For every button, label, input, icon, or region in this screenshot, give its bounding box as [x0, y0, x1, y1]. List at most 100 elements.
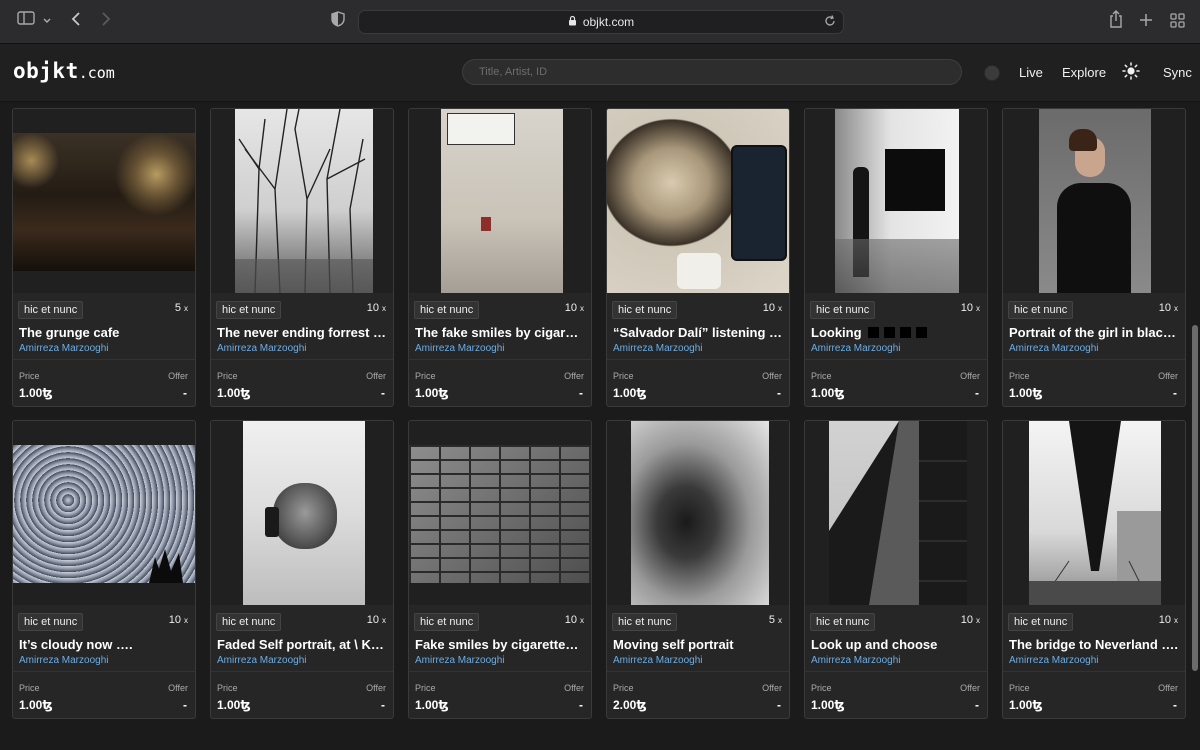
token-title[interactable]: Moving self portrait — [613, 637, 783, 652]
share-icon[interactable] — [1109, 10, 1123, 33]
artwork-thumbnail[interactable] — [13, 109, 195, 293]
edition-count: 10 x — [960, 614, 980, 626]
artwork-thumbnail[interactable] — [409, 421, 591, 605]
token-title[interactable]: Looking — [811, 325, 981, 341]
artwork-thumbnail[interactable] — [607, 109, 789, 293]
token-card[interactable]: hic et nunc 10 x It’s cloudy now …. Amirr… — [12, 420, 196, 719]
artwork-thumbnail[interactable] — [805, 421, 987, 605]
artwork-thumbnail[interactable] — [1003, 109, 1185, 293]
price-value: 1.00ꜩ — [19, 386, 53, 400]
artist-link[interactable]: Amirreza Marzooghi — [217, 343, 387, 354]
new-tab-icon[interactable] — [1139, 13, 1153, 32]
nav-live-link[interactable]: Live — [1019, 65, 1043, 80]
page-scrollbar[interactable] — [1192, 325, 1198, 671]
platform-badge: hic et nunc — [18, 301, 84, 319]
card-divider — [211, 671, 393, 672]
card-divider — [1003, 671, 1185, 672]
price-value: 1.00ꜩ — [811, 386, 845, 400]
artist-link[interactable]: Amirreza Marzooghi — [217, 655, 387, 666]
card-divider — [211, 359, 393, 360]
token-card[interactable]: hic et nunc 10 x Look up and choose Amirr… — [804, 420, 988, 719]
offer-value: - — [975, 698, 979, 712]
price-label: Price — [811, 683, 832, 693]
artwork-thumbnail[interactable] — [1003, 421, 1185, 605]
token-title[interactable]: “Salvador Dalí” listening t… — [613, 325, 783, 340]
price-label: Price — [1009, 371, 1030, 381]
tab-overview-icon[interactable] — [1170, 13, 1185, 33]
back-icon[interactable] — [70, 11, 82, 32]
artist-link[interactable]: Amirreza Marzooghi — [613, 343, 783, 354]
platform-badge: hic et nunc — [810, 613, 876, 631]
artwork-thumbnail[interactable] — [211, 421, 393, 605]
price-label: Price — [415, 371, 436, 381]
token-title[interactable]: Faded Self portrait, at \ Ka… — [217, 637, 387, 652]
shield-icon[interactable] — [331, 11, 345, 32]
platform-badge: hic et nunc — [18, 613, 84, 631]
platform-badge: hic et nunc — [216, 613, 282, 631]
token-title[interactable]: The grunge cafe — [19, 325, 189, 340]
site-logo[interactable]: objkt.com — [13, 59, 115, 83]
token-title[interactable]: Portrait of the girl in black… — [1009, 325, 1179, 340]
artwork-thumbnail[interactable] — [805, 109, 987, 293]
artist-link[interactable]: Amirreza Marzooghi — [415, 343, 585, 354]
nav-explore-link[interactable]: Explore — [1062, 65, 1106, 80]
artist-link[interactable]: Amirreza Marzooghi — [19, 343, 189, 354]
address-bar[interactable]: objkt.com — [358, 10, 844, 34]
platform-badge: hic et nunc — [612, 613, 678, 631]
offer-label: Offer — [762, 683, 782, 693]
platform-badge: hic et nunc — [1008, 613, 1074, 631]
lock-icon — [568, 15, 577, 29]
artist-link[interactable]: Amirreza Marzooghi — [415, 655, 585, 666]
browser-toolbar: objkt.com — [0, 0, 1200, 44]
token-card[interactable]: hic et nunc 5x Moving self portrait Amir… — [606, 420, 790, 719]
token-title[interactable]: Fake smiles by cigarettes … — [415, 637, 585, 652]
search-input[interactable] — [462, 59, 962, 85]
artist-link[interactable]: Amirreza Marzooghi — [811, 343, 981, 354]
token-card[interactable]: hic et nunc 10 x The fake smiles by cigar… — [408, 108, 592, 407]
artwork-thumbnail[interactable] — [13, 421, 195, 605]
sidebar-toggle-icon[interactable] — [17, 11, 35, 30]
artist-link[interactable]: Amirreza Marzooghi — [1009, 343, 1179, 354]
artwork-thumbnail[interactable] — [607, 421, 789, 605]
token-card[interactable]: hic et nunc 10 x “Salvador Dalí” listenin… — [606, 108, 790, 407]
price-value: 1.00ꜩ — [415, 698, 449, 712]
theme-toggle-sun-icon[interactable] — [1122, 62, 1140, 85]
token-title[interactable]: The bridge to Neverland …. — [1009, 637, 1179, 652]
price-value: 1.00ꜩ — [811, 698, 845, 712]
token-card[interactable]: hic et nunc 10 x Portrait of the girl in … — [1002, 108, 1186, 407]
offer-label: Offer — [168, 683, 188, 693]
token-card[interactable]: hic et nunc 10 x Faded Self portrait, at … — [210, 420, 394, 719]
card-divider — [13, 359, 195, 360]
artist-link[interactable]: Amirreza Marzooghi — [19, 655, 189, 666]
wallet-status-indicator — [984, 65, 1000, 81]
price-label: Price — [811, 371, 832, 381]
token-card[interactable]: hic et nunc 10 x Fake smiles by cigarette… — [408, 420, 592, 719]
token-card[interactable]: hic et nunc 5x The grunge cafe Amirreza … — [12, 108, 196, 407]
token-card[interactable]: hic et nunc 10 x Looking Amirreza Marzoog… — [804, 108, 988, 407]
price-label: Price — [217, 683, 238, 693]
artist-link[interactable]: Amirreza Marzooghi — [613, 655, 783, 666]
offer-value: - — [381, 698, 385, 712]
offer-label: Offer — [960, 371, 980, 381]
chevron-down-icon[interactable] — [42, 13, 52, 31]
token-card[interactable]: hic et nunc 10 x The never ending forrest… — [210, 108, 394, 407]
sync-wallet-button[interactable]: Sync — [1163, 65, 1192, 80]
card-divider — [607, 671, 789, 672]
token-title[interactable]: The fake smiles by cigaret… — [415, 325, 585, 340]
artwork-thumbnail[interactable] — [211, 109, 393, 293]
price-value: 2.00ꜩ — [613, 698, 647, 712]
platform-badge: hic et nunc — [1008, 301, 1074, 319]
offer-label: Offer — [564, 683, 584, 693]
edition-count: 10 x — [960, 302, 980, 314]
artwork-thumbnail[interactable] — [409, 109, 591, 293]
artist-link[interactable]: Amirreza Marzooghi — [811, 655, 981, 666]
token-card[interactable]: hic et nunc 10 x The bridge to Neverland … — [1002, 420, 1186, 719]
artist-link[interactable]: Amirreza Marzooghi — [1009, 655, 1179, 666]
token-title[interactable]: It’s cloudy now …. — [19, 637, 189, 652]
forward-icon[interactable] — [100, 11, 112, 32]
price-label: Price — [1009, 683, 1030, 693]
reload-icon[interactable] — [823, 14, 837, 31]
token-title[interactable]: The never ending forrest … — [217, 325, 387, 340]
token-title[interactable]: Look up and choose — [811, 637, 981, 652]
offer-label: Offer — [762, 371, 782, 381]
